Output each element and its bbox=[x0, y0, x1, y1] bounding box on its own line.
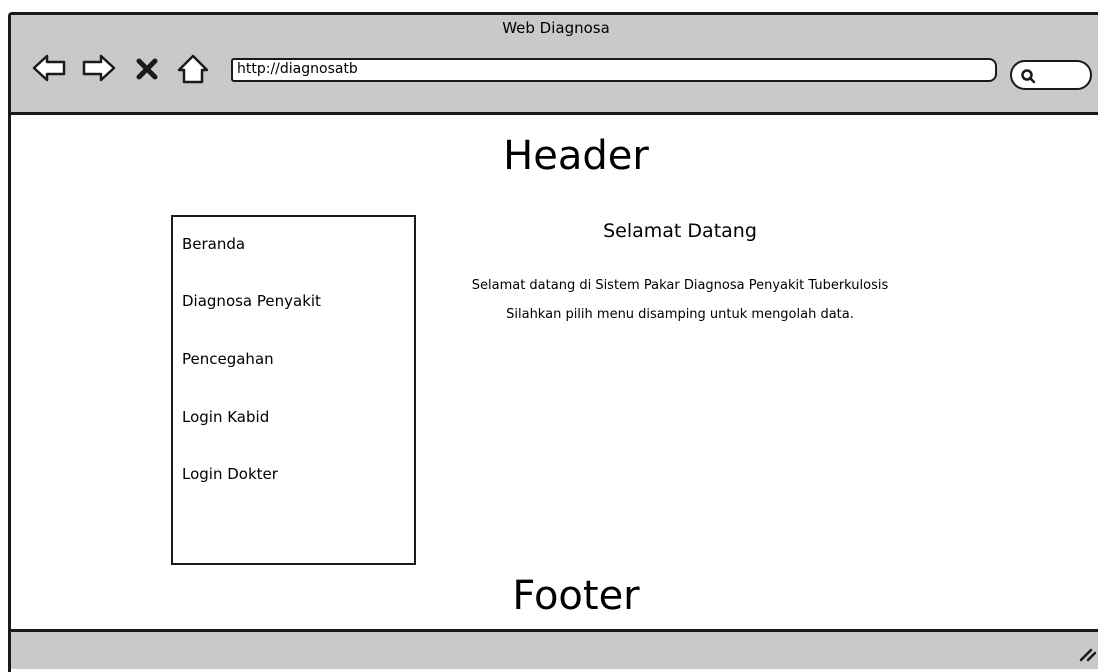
welcome-line-1: Selamat datang di Sistem Pakar Diagnosa … bbox=[471, 278, 889, 293]
welcome-line-2: Silahkan pilih menu disamping untuk meng… bbox=[506, 307, 854, 322]
sidebar-item-pencegahan[interactable]: Pencegahan bbox=[182, 350, 274, 368]
sidebar-item-login-dokter[interactable]: Login Dokter bbox=[182, 465, 278, 483]
home-icon[interactable] bbox=[176, 53, 210, 84]
search-icon bbox=[1021, 69, 1036, 84]
close-x-icon[interactable] bbox=[135, 57, 169, 87]
forward-arrow-icon[interactable] bbox=[81, 53, 116, 83]
search-field[interactable] bbox=[1010, 60, 1092, 90]
back-arrow-icon[interactable] bbox=[31, 53, 66, 83]
page-footer: Footer bbox=[512, 573, 640, 619]
window-title: Web Diagnosa bbox=[502, 19, 610, 37]
sidebar-item-beranda[interactable]: Beranda bbox=[182, 235, 245, 253]
page-header: Header bbox=[503, 133, 649, 179]
browser-window: Web Diagnosa http://diagnosatb Header Be… bbox=[8, 12, 1098, 672]
browser-toolbar: Web Diagnosa http://diagnosatb bbox=[11, 15, 1098, 115]
sidebar-menu: Beranda Diagnosa Penyakit Pencegahan Log… bbox=[171, 215, 416, 565]
status-bar bbox=[11, 629, 1098, 669]
resize-grip-icon[interactable] bbox=[1077, 640, 1098, 662]
url-bar[interactable]: http://diagnosatb bbox=[231, 58, 997, 82]
welcome-title: Selamat Datang bbox=[603, 220, 757, 242]
sidebar-item-diagnosa-penyakit[interactable]: Diagnosa Penyakit bbox=[182, 292, 321, 310]
sidebar-item-login-kabid[interactable]: Login Kabid bbox=[182, 408, 269, 426]
